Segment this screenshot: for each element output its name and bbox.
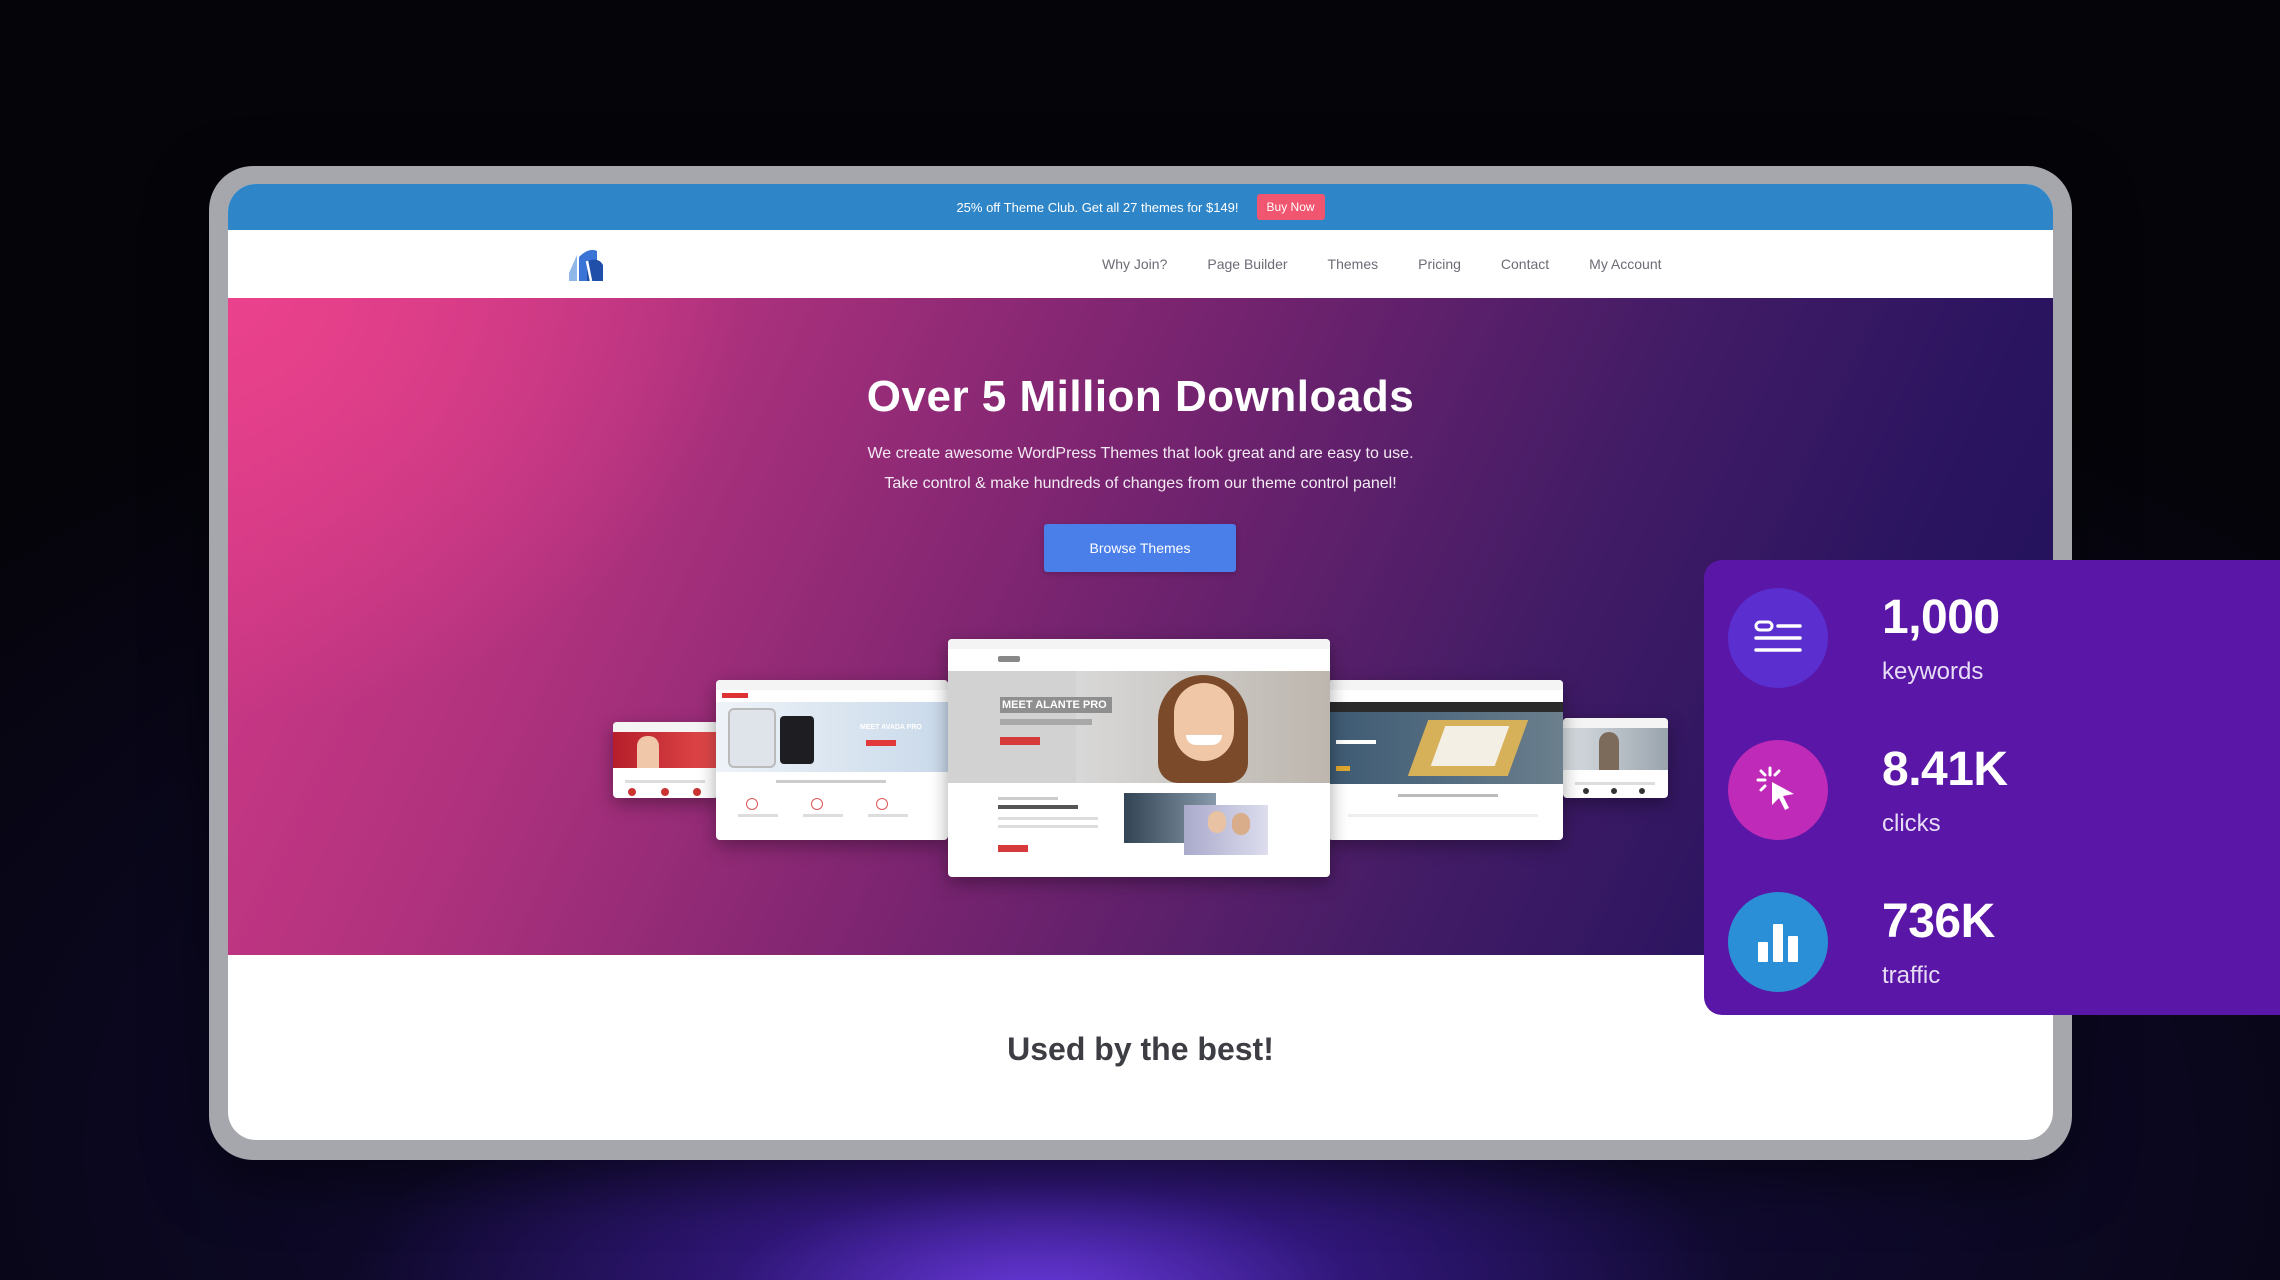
- stat-value: 8.41K: [1882, 743, 2008, 796]
- theme-preview-far-right: [1563, 718, 1668, 798]
- site-logo[interactable]: [565, 243, 607, 285]
- stat-label: keywords: [1882, 658, 1984, 685]
- theme-preview-center: MEET ALANTE PRO: [948, 639, 1330, 877]
- nav-why-join[interactable]: Why Join?: [1102, 256, 1167, 272]
- stat-clicks: 8.41K clicks: [1728, 734, 2268, 844]
- thumb-heading: MEET AVADA PRO: [860, 724, 922, 731]
- thumb-heading: MEET ALANTE PRO: [1002, 699, 1107, 711]
- nav-themes[interactable]: Themes: [1328, 256, 1379, 272]
- hero-subtitle-line-2: Take control & make hundreds of changes …: [884, 475, 1397, 492]
- nav-page-builder[interactable]: Page Builder: [1207, 256, 1287, 272]
- main-menu: Why Join? Page Builder Themes Pricing Co…: [1102, 230, 1702, 298]
- stat-label: clicks: [1882, 810, 1941, 837]
- promo-bar: 25% off Theme Club. Get all 27 themes fo…: [228, 184, 2053, 230]
- section-title: Used by the best!: [1007, 1031, 1274, 1067]
- browse-themes-button[interactable]: Browse Themes: [1044, 524, 1236, 572]
- buy-now-button[interactable]: Buy Now: [1256, 194, 1325, 220]
- stat-traffic: 736K traffic: [1728, 886, 2268, 996]
- hero-title: Over 5 Million Downloads: [866, 372, 1415, 421]
- list-icon: [1728, 588, 1828, 688]
- stat-label: traffic: [1882, 962, 1941, 989]
- nav-my-account[interactable]: My Account: [1589, 256, 1661, 272]
- promo-text: 25% off Theme Club. Get all 27 themes fo…: [956, 199, 1239, 215]
- stat-value: 736K: [1882, 895, 1995, 948]
- nav-contact[interactable]: Contact: [1501, 256, 1549, 272]
- theme-preview-left: MEET AVADA PRO: [716, 680, 948, 840]
- hero-subtitle: We create awesome WordPress Themes that …: [228, 439, 2053, 499]
- stat-keywords: 1,000 keywords: [1728, 582, 2268, 692]
- hero-subtitle-line-1: We create awesome WordPress Themes that …: [867, 445, 1414, 462]
- theme-preview-right: [1328, 680, 1563, 840]
- bar-chart-icon: [1728, 892, 1828, 992]
- stat-value: 1,000: [1882, 591, 2000, 644]
- theme-preview-far-left: [613, 722, 718, 798]
- cursor-click-icon: [1728, 740, 1828, 840]
- stats-panel: 1,000 keywords 8.41K clicks 736K traffic: [1704, 560, 2280, 1015]
- site-header: Why Join? Page Builder Themes Pricing Co…: [228, 230, 2053, 298]
- nav-pricing[interactable]: Pricing: [1418, 256, 1461, 272]
